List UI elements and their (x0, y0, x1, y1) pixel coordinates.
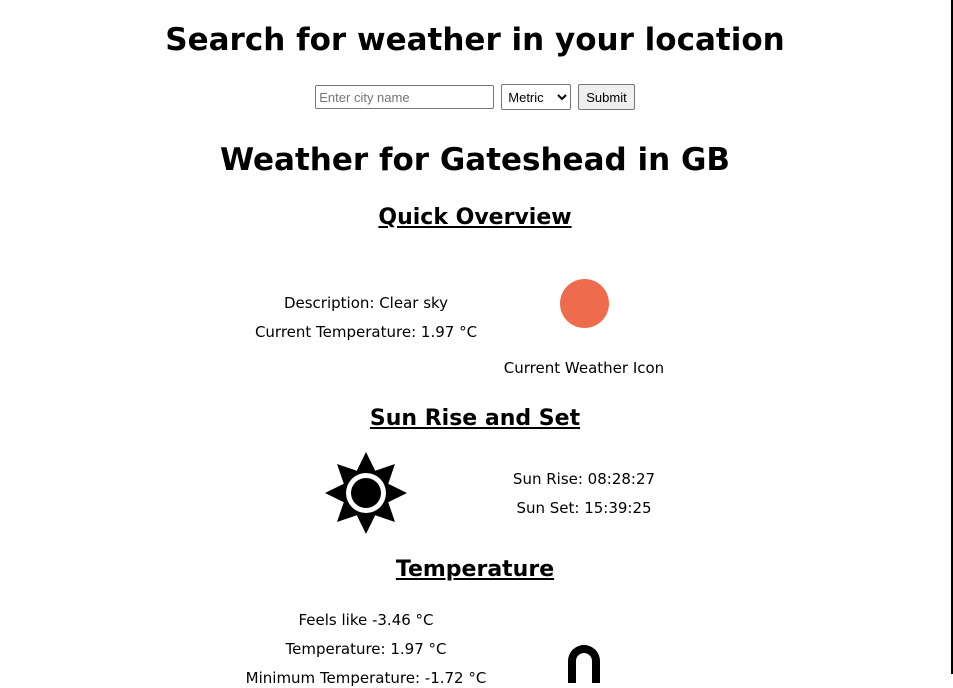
city-search-input[interactable] (315, 85, 495, 109)
sun-rise-set-heading: Sun Rise and Set (369, 406, 581, 431)
sunrise-time: Sun Rise: 08:28:27 (512, 470, 656, 488)
temperature-heading: Temperature (395, 557, 555, 582)
feels-like-temperature: Feels like -3.46 °C (298, 611, 434, 629)
page-title: Search for weather in your location (165, 22, 785, 58)
quick-overview-heading: Quick Overview (378, 205, 572, 230)
units-select[interactable]: Metric (501, 84, 572, 110)
weather-description: Description: Clear sky (283, 294, 449, 312)
temperature-value: Temperature: 1.97 °C (285, 640, 447, 658)
current-weather-icon (560, 279, 609, 328)
search-form: Metric Submit (0, 84, 950, 110)
thermometer-icon (568, 645, 600, 683)
location-title: Weather for Gateshead in GB (219, 142, 731, 178)
sunset-time: Sun Set: 15:39:25 (516, 499, 652, 517)
current-temperature: Current Temperature: 1.97 °C (254, 323, 478, 341)
current-weather-icon-label: Current Weather Icon (503, 359, 665, 377)
submit-button[interactable]: Submit (578, 84, 635, 110)
sun-icon (325, 452, 407, 534)
minimum-temperature: Minimum Temperature: -1.72 °C (245, 669, 487, 687)
